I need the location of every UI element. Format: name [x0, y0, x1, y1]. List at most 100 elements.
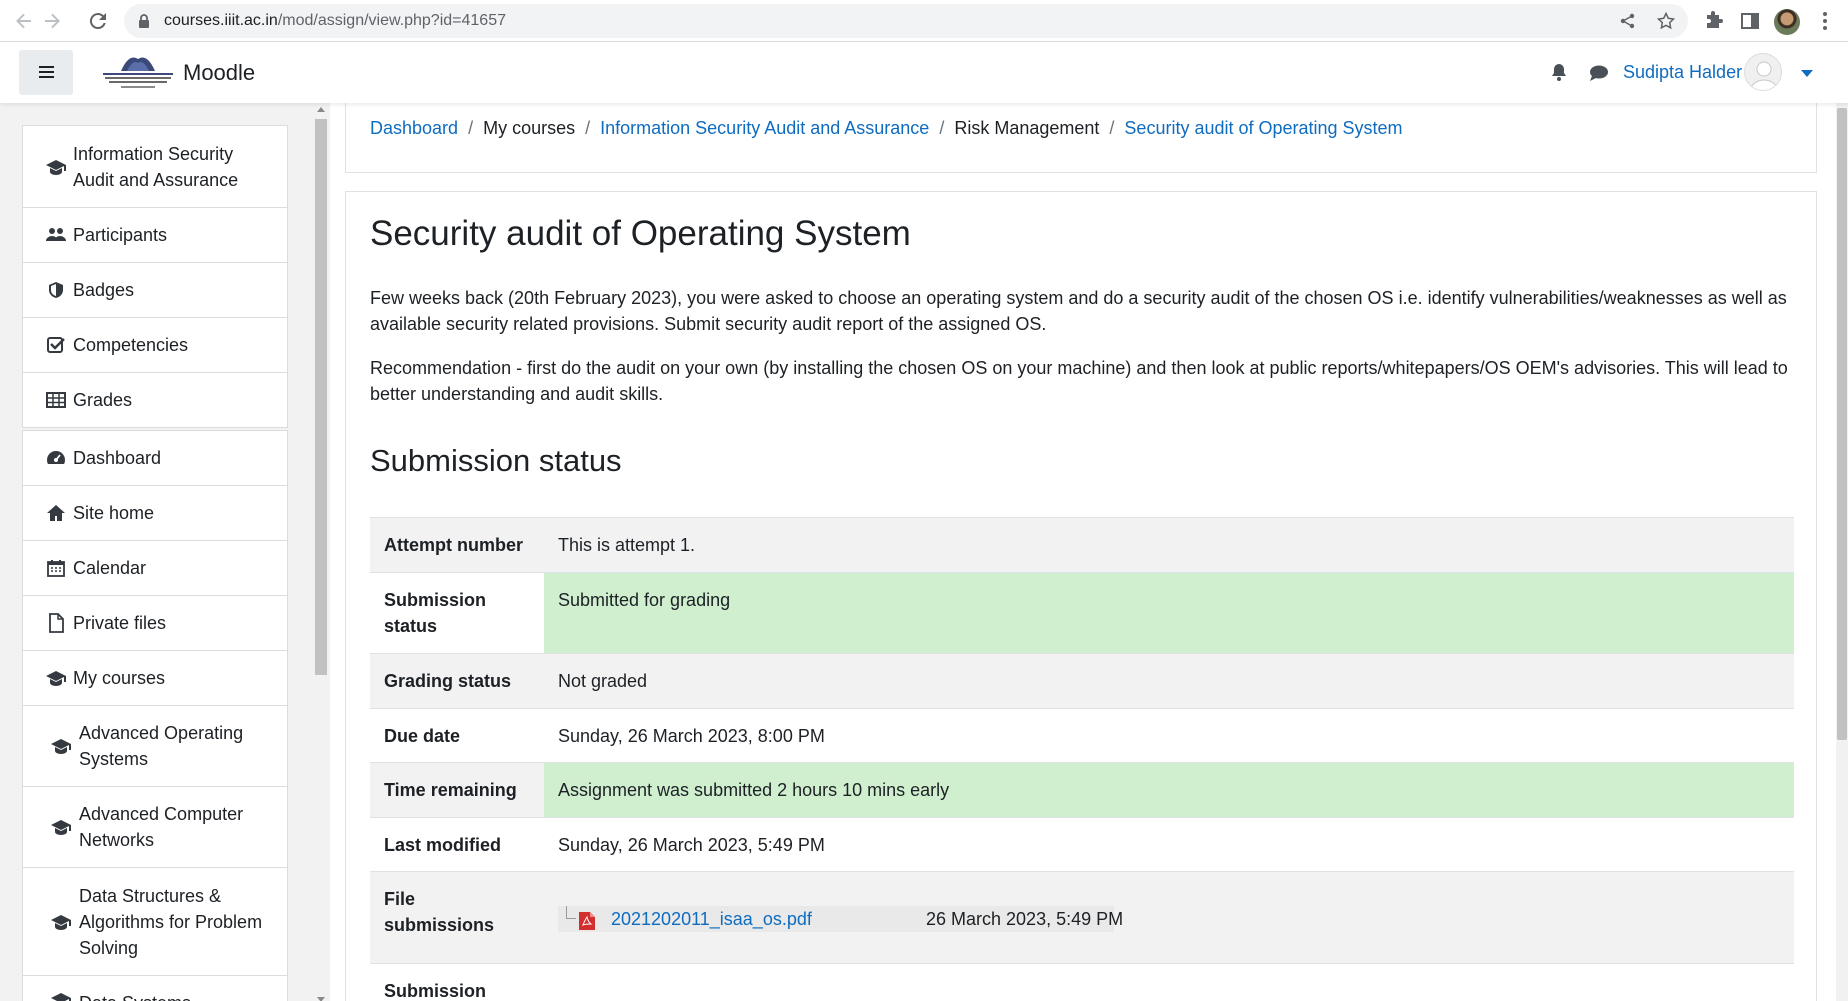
- time-remaining-value: Assignment was submitted 2 hours 10 mins…: [544, 762, 1794, 818]
- site-logo[interactable]: [99, 49, 177, 95]
- nav-item-label: Data Systems: [79, 990, 191, 1001]
- pdf-file-icon: [579, 912, 595, 930]
- url-path: /mod/assign/view.php?id=41657: [277, 12, 506, 29]
- row-value: This is attempt 1.: [544, 517, 1794, 573]
- grading-status-value: Not graded: [544, 653, 1794, 709]
- breadcrumb: Dashboard / My courses / Information Securit…: [370, 118, 1403, 139]
- file-entry: 2021202011_isaa_os.pdf 26 March 2023, 5:…: [558, 906, 1123, 932]
- reload-icon[interactable]: [86, 9, 110, 33]
- nav-item-course-home[interactable]: Information Security Audit and Assurance: [23, 126, 287, 208]
- address-bar[interactable]: courses.iiit.ac.in/mod/assign/view.php?i…: [124, 4, 1688, 38]
- nav-item-label: Competencies: [73, 335, 189, 355]
- file-submissions-value: 2021202011_isaa_os.pdf 26 March 2023, 5:…: [544, 871, 1794, 964]
- table-row: Last modified Sunday, 26 March 2023, 5:4…: [370, 817, 1794, 872]
- table-row: Grading status Not graded: [370, 653, 1794, 709]
- extensions-puzzle-icon[interactable]: [1703, 10, 1725, 32]
- nav-item-label: Grades: [73, 390, 133, 410]
- nav-item-label: Private files: [73, 613, 167, 633]
- assignment-content: Security audit of Operating System Few w…: [345, 191, 1817, 1001]
- breadcrumb-separator: /: [468, 118, 474, 138]
- browser-profile-avatar[interactable]: [1774, 9, 1800, 35]
- nav-item-competencies[interactable]: Competencies: [23, 318, 287, 373]
- page-title: Security audit of Operating System: [370, 214, 911, 253]
- assignment-recommendation-paragraph: Recommendation - first do the audit on y…: [370, 358, 1788, 404]
- scroll-up-arrow-icon[interactable]: [317, 107, 325, 112]
- nav-item-label: Advanced Computer Networks: [79, 804, 244, 850]
- nav-item-course-ds[interactable]: Data Systems: [23, 976, 287, 1001]
- breadcrumb-section: Risk Management: [954, 118, 1100, 138]
- nav-item-label: Information Security Audit and Assurance: [73, 143, 239, 190]
- row-label: Submission: [370, 963, 544, 1001]
- nav-item-grades[interactable]: Grades: [23, 373, 287, 427]
- back-arrow-icon[interactable]: [12, 9, 36, 33]
- graduation-cap-icon: [51, 993, 71, 1001]
- page-scrollbar-thumb[interactable]: [1837, 108, 1847, 740]
- notification-bell-icon[interactable]: [1549, 62, 1569, 82]
- nav-item-badges[interactable]: Badges: [23, 263, 287, 318]
- nav-item-course-acn[interactable]: Advanced Computer Networks: [23, 787, 287, 868]
- table-row: Due date Sunday, 26 March 2023, 8:00 PM: [370, 708, 1794, 763]
- row-label: Attempt number: [370, 517, 544, 573]
- nav-item-calendar[interactable]: Calendar: [23, 541, 287, 596]
- nav-item-course-aos[interactable]: Advanced Operating Systems: [23, 706, 287, 787]
- nav-item-course-dsa[interactable]: Data Structures & Algorithms for Problem…: [23, 868, 287, 976]
- drawer-scrollbar-thumb[interactable]: [315, 119, 327, 675]
- breadcrumb-separator: /: [585, 118, 591, 138]
- nav-item-site-home[interactable]: Site home: [23, 486, 287, 541]
- row-label: Time remaining: [370, 762, 544, 818]
- nav-item-my-courses[interactable]: My courses: [23, 651, 287, 706]
- forward-arrow-icon[interactable]: [40, 9, 64, 33]
- due-date-value: Sunday, 26 March 2023, 8:00 PM: [544, 708, 1794, 763]
- nav-item-dashboard[interactable]: Dashboard: [23, 431, 287, 486]
- nav-item-label: Badges: [73, 280, 135, 300]
- breadcrumb-course[interactable]: Information Security Audit and Assurance: [600, 118, 929, 138]
- submitted-file-date: 26 March 2023, 5:49 PM: [926, 909, 1124, 929]
- nav-drawer: Information Security Audit and Assurance…: [0, 103, 330, 1001]
- row-label: Last modified: [370, 817, 544, 872]
- user-menu-caret-icon[interactable]: [1801, 70, 1813, 77]
- breadcrumb-my-courses: My courses: [483, 118, 576, 138]
- drawer-toggle-button[interactable]: [19, 50, 73, 95]
- table-row: Submission status Submitted for grading: [370, 572, 1794, 654]
- site-name[interactable]: Moodle: [183, 42, 255, 103]
- lock-icon[interactable]: [138, 14, 150, 28]
- breadcrumb-assignment[interactable]: Security audit of Operating System: [1124, 118, 1402, 138]
- share-icon[interactable]: [1619, 12, 1637, 30]
- nav-item-participants[interactable]: Participants: [23, 208, 287, 263]
- site-nav-group: Dashboard Site home Calendar Private fil…: [22, 430, 288, 1001]
- nav-item-label: Site home: [73, 503, 155, 523]
- user-avatar[interactable]: [1744, 53, 1782, 91]
- scroll-down-arrow-icon[interactable]: [317, 997, 325, 1001]
- nav-item-label: Advanced Operating Systems: [79, 723, 244, 769]
- side-panel-icon[interactable]: [1739, 10, 1761, 32]
- course-nav-group: Information Security Audit and Assurance…: [22, 125, 288, 428]
- file-tree: 2021202011_isaa_os.pdf 26 March 2023, 5:…: [558, 886, 1780, 932]
- calendar-icon: [47, 560, 65, 577]
- assignment-intro-paragraph: Few weeks back (20th February 2023), you…: [370, 288, 1787, 334]
- browser-toolbar: courses.iiit.ac.in/mod/assign/view.php?i…: [0, 0, 1848, 42]
- table-row: Attempt number This is attempt 1.: [370, 517, 1794, 573]
- graduation-cap-icon: [51, 739, 71, 754]
- nav-item-private-files[interactable]: Private files: [23, 596, 287, 651]
- shield-icon: [49, 282, 63, 298]
- breadcrumb-dashboard[interactable]: Dashboard: [370, 118, 458, 138]
- user-menu-name[interactable]: Sudipta Halder: [1623, 42, 1742, 103]
- bookmark-star-icon[interactable]: [1657, 12, 1675, 30]
- nav-item-label: Data Structures & Algorithms for Problem…: [79, 885, 263, 958]
- breadcrumb-separator: /: [939, 118, 945, 138]
- graduation-cap-icon: [46, 159, 66, 175]
- row-value: [544, 963, 1794, 1001]
- graduation-cap-icon: [46, 671, 66, 686]
- submission-status-value: Submitted for grading: [544, 572, 1794, 654]
- tree-connector: [566, 906, 576, 919]
- messages-chat-icon[interactable]: [1589, 64, 1609, 82]
- submission-status-heading: Submission status: [370, 443, 622, 478]
- submitted-file-link[interactable]: 2021202011_isaa_os.pdf: [611, 906, 812, 932]
- url-host: courses.iiit.ac.in: [164, 12, 278, 29]
- row-label: Grading status: [370, 653, 544, 709]
- browser-menu-icon[interactable]: [1814, 10, 1836, 32]
- hamburger-icon-bar: [39, 71, 54, 73]
- url-text[interactable]: courses.iiit.ac.in/mod/assign/view.php?i…: [164, 4, 506, 38]
- nav-item-label: Dashboard: [73, 448, 162, 468]
- moodle-navbar: Moodle Sudipta Halder: [0, 42, 1848, 103]
